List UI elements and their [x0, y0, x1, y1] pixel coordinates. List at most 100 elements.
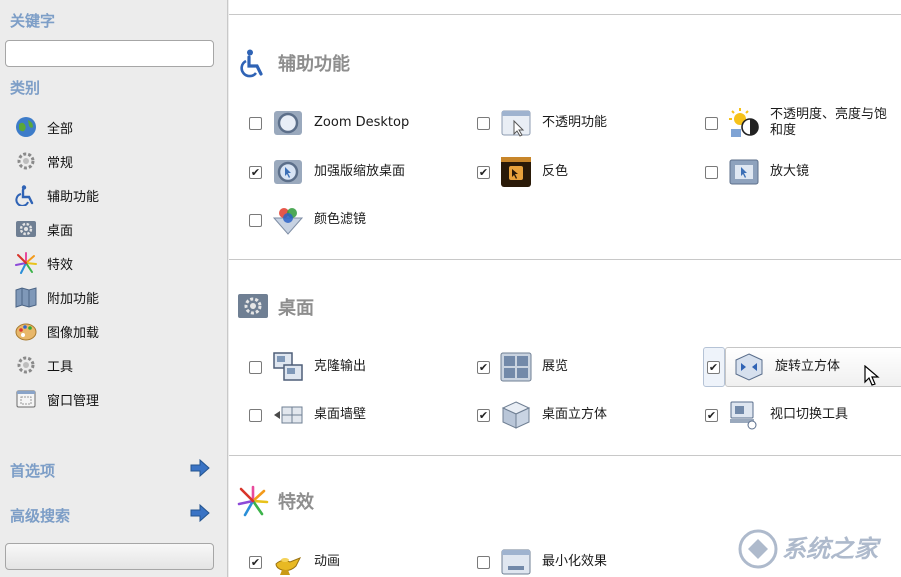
- plugin-invert[interactable]: ✔ 反色: [477, 152, 568, 192]
- check-mark-icon: ✔: [250, 165, 261, 179]
- category-item-effects[interactable]: 特效: [0, 246, 228, 280]
- plugin-label: 最小化效果: [542, 554, 608, 569]
- category-item-image-loading[interactable]: 图像加载: [0, 314, 228, 348]
- category-item-tools[interactable]: 工具: [0, 348, 228, 382]
- plugin-panel: 辅助功能 Zoom Desktop 不透明功能 不透明度、亮度与饱和度 ✔ 加强…: [229, 0, 901, 577]
- zoom-window-icon: [728, 156, 760, 188]
- check-mark-icon: ✔: [478, 360, 489, 374]
- category-item-all[interactable]: 全部: [0, 110, 228, 144]
- plugin-checkbox[interactable]: [477, 555, 490, 569]
- brightness-icon: [728, 107, 760, 139]
- plugin-checkbox[interactable]: [249, 408, 262, 422]
- plugin-label: 不透明功能: [542, 115, 608, 130]
- plugin-checkbox[interactable]: [249, 213, 262, 227]
- category-label: 特效: [47, 257, 74, 273]
- preferences-link[interactable]: 首选项: [10, 458, 210, 482]
- plugin-zoom-desktop[interactable]: Zoom Desktop: [249, 103, 409, 143]
- bottom-button[interactable]: [5, 543, 214, 570]
- check-mark-icon: ✔: [708, 360, 719, 374]
- keyword-heading: 关键字: [10, 12, 56, 30]
- plugin-desktop-cube[interactable]: ✔ 桌面立方体: [477, 395, 607, 435]
- plugin-viewport-switcher[interactable]: ✔ 视口切换工具: [705, 395, 848, 435]
- plugin-color-filter[interactable]: 颜色滤镜: [249, 200, 366, 240]
- sparkle-icon: [235, 483, 271, 519]
- plugin-label: 加强版缩放桌面: [314, 164, 406, 179]
- globe-icon: [14, 115, 38, 139]
- map-icon: [14, 285, 38, 309]
- plugin-label: 放大镜: [770, 164, 810, 179]
- sidebar: 关键字 类别 全部 常规 辅助功能 桌面 特效 附加功能 图像加载 工具 窗口管…: [0, 0, 228, 577]
- category-label: 桌面: [47, 223, 74, 239]
- check-mark-icon: ✔: [250, 555, 261, 569]
- cube-icon: [500, 399, 532, 431]
- category-item-desktop[interactable]: 桌面: [0, 212, 228, 246]
- plugin-opacity-brightness-saturation[interactable]: 不透明度、亮度与饱和度: [705, 103, 895, 143]
- plugin-checkbox[interactable]: ✔: [477, 360, 490, 374]
- search-input[interactable]: [5, 40, 214, 67]
- plugin-enhanced-zoom[interactable]: ✔ 加强版缩放桌面: [249, 152, 405, 192]
- plugin-minimize-effect[interactable]: 最小化效果: [477, 542, 607, 577]
- sparkle-icon: [14, 251, 38, 275]
- arrow-right-icon: [190, 503, 210, 526]
- category-item-accessibility[interactable]: 辅助功能: [0, 178, 228, 212]
- plugin-label: 动画: [314, 554, 341, 569]
- category-label: 工具: [47, 359, 74, 375]
- plugin-checkbox[interactable]: ✔: [477, 165, 490, 179]
- advanced-search-link[interactable]: 高级搜索: [10, 503, 210, 527]
- section-title: 特效: [278, 492, 314, 513]
- plugin-checkbox[interactable]: ✔: [249, 165, 262, 179]
- plugin-label: Zoom Desktop: [314, 115, 410, 130]
- plugin-opacity[interactable]: 不透明功能: [477, 103, 607, 143]
- plugin-label: 视口切换工具: [770, 407, 849, 422]
- plugin-checkbox[interactable]: [249, 360, 262, 374]
- category-item-extras[interactable]: 附加功能: [0, 280, 228, 314]
- window-icon: [14, 387, 38, 411]
- plugin-label: 旋转立方体: [775, 359, 841, 374]
- accessibility-icon: [235, 45, 271, 81]
- divider: [229, 259, 901, 260]
- desktop-gear-icon: [235, 289, 271, 325]
- plugin-expo[interactable]: ✔ 展览: [477, 347, 568, 387]
- plugin-desktop-wall[interactable]: 桌面墙壁: [249, 395, 366, 435]
- section-header-effects: 特效: [235, 481, 314, 521]
- desktop-gear-icon: [14, 217, 38, 241]
- plugin-checkbox[interactable]: [705, 116, 718, 130]
- category-heading: 类别: [10, 79, 41, 97]
- wall-icon: [272, 399, 304, 431]
- plugin-checkbox[interactable]: ✔: [707, 360, 720, 374]
- section-title: 桌面: [278, 298, 314, 319]
- plugin-checkbox[interactable]: [477, 116, 490, 130]
- gear-icon: [14, 353, 38, 377]
- rotate-cube-icon: [733, 351, 765, 383]
- plugin-animation[interactable]: ✔ 动画: [249, 542, 340, 577]
- divider: [229, 14, 901, 15]
- minimize-icon: [500, 546, 532, 577]
- plugin-label: 桌面墙壁: [314, 407, 367, 422]
- plugin-checkbox[interactable]: [249, 116, 262, 130]
- gear-icon: [14, 149, 38, 173]
- viewport-icon: [728, 399, 760, 431]
- plugin-checkbox[interactable]: ✔: [249, 555, 262, 569]
- magnifier-icon: [272, 156, 304, 188]
- check-mark-icon: ✔: [478, 165, 489, 179]
- plugin-checkbox[interactable]: [705, 165, 718, 179]
- advanced-search-label: 高级搜索: [10, 506, 71, 525]
- divider: [229, 455, 901, 456]
- lamp-icon: [272, 546, 304, 577]
- plugin-rotate-cube[interactable]: ✔ 旋转立方体: [707, 347, 840, 387]
- plugin-label: 反色: [542, 164, 569, 179]
- section-header-accessibility: 辅助功能: [235, 43, 350, 83]
- plugin-label: 展览: [542, 359, 569, 374]
- mouse-cursor-icon: [864, 364, 880, 387]
- plugin-checkbox[interactable]: ✔: [705, 408, 718, 422]
- watermark-text: 系统之家: [782, 535, 882, 563]
- plugin-label: 颜色滤镜: [314, 212, 367, 227]
- magnifier-icon: [272, 107, 304, 139]
- plugin-checkbox[interactable]: ✔: [477, 408, 490, 422]
- plugin-magnifier[interactable]: 放大镜: [705, 152, 809, 192]
- plugin-clone-output[interactable]: 克隆输出: [249, 347, 366, 387]
- color-filter-icon: [272, 204, 304, 236]
- category-label: 附加功能: [47, 291, 100, 307]
- category-item-window-management[interactable]: 窗口管理: [0, 382, 228, 416]
- category-item-general[interactable]: 常规: [0, 144, 228, 178]
